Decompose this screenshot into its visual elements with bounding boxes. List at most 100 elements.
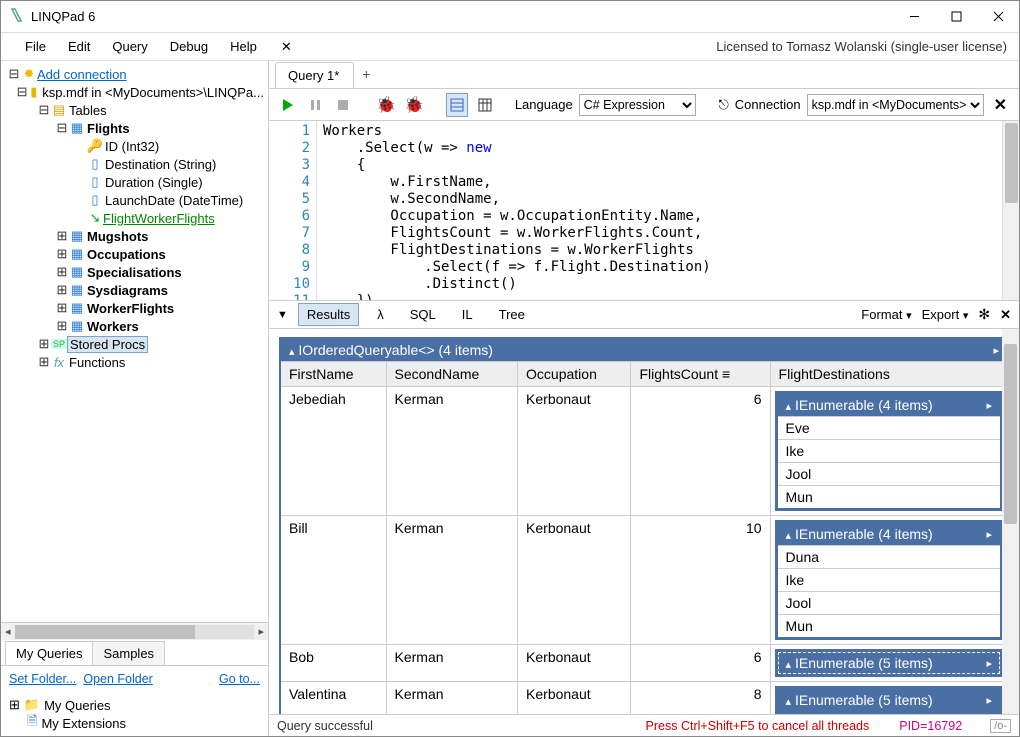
results-toolbar: ▼ Results λ SQL IL Tree Format ▾ Export … <box>269 301 1019 329</box>
tables-node[interactable]: Tables <box>67 103 107 118</box>
statusbar: Query successful Press Ctrl+Shift+F5 to … <box>269 714 1019 736</box>
status-pid: PID=16792 <box>899 719 962 733</box>
my-queries-folder[interactable]: My Queries <box>44 698 110 713</box>
language-label: Language <box>515 97 573 112</box>
table-icon: ▦ <box>69 228 85 244</box>
open-folder-link[interactable]: Open Folder <box>83 672 152 686</box>
table-icon: ▦ <box>69 264 85 280</box>
query-tabs: Query 1* + <box>269 61 1019 89</box>
menu-query[interactable]: Query <box>102 35 157 58</box>
maximize-button[interactable] <box>935 1 977 32</box>
sysdiagrams-node[interactable]: Sysdiagrams <box>85 283 168 298</box>
minimize-button[interactable] <box>893 1 935 32</box>
tab-samples[interactable]: Samples <box>92 641 165 665</box>
language-select[interactable]: C# Expression <box>579 94 696 116</box>
col-flightscount[interactable]: FlightsCount ≡ <box>631 362 770 387</box>
run-button[interactable] <box>277 93 299 117</box>
connection-select[interactable]: ksp.mdf in <MyDocuments> <box>807 94 984 116</box>
connection-label: Connection <box>735 97 801 112</box>
table-row: ValentinaKermanKerbonaut8▴ IEnumerable (… <box>280 682 1008 715</box>
my-extensions-item[interactable]: My Extensions <box>41 716 126 731</box>
table-icon: ▦ <box>69 246 85 262</box>
connections-tree[interactable]: ⊟✸ Add connection ⊟▮ksp.mdf in <MyDocume… <box>1 61 268 622</box>
goto-link[interactable]: Go to... <box>219 672 260 686</box>
results-tab-sql[interactable]: SQL <box>402 304 444 325</box>
menu-debug[interactable]: Debug <box>160 35 218 58</box>
bug-blue-icon[interactable]: 🐞 <box>403 93 425 117</box>
workerflights-node[interactable]: WorkerFlights <box>85 301 174 316</box>
tree-horizontal-scrollbar[interactable]: ◂ ▸ <box>1 622 268 640</box>
refresh-icon[interactable]: ✻ <box>978 306 990 323</box>
col-secondname[interactable]: SecondName <box>386 362 518 387</box>
results-collapse-icon[interactable]: ▼ <box>277 309 288 321</box>
format-dropdown[interactable]: Format ▾ <box>861 307 911 322</box>
col-occupation[interactable]: Occupation <box>518 362 631 387</box>
db-node[interactable]: ksp.mdf in <MyDocuments>\LINQPa... <box>40 85 264 100</box>
stored-procs-node[interactable]: Stored Procs <box>67 336 148 353</box>
query-toolbar: 🐞 🐞 Language C# Expression ⎋ Connection … <box>269 89 1019 121</box>
results-tab-lambda[interactable]: λ <box>369 304 392 325</box>
results-close-icon[interactable]: ✕ <box>1000 307 1011 323</box>
file-icon: 🗎 <box>27 712 37 734</box>
col-firstname[interactable]: FirstName <box>280 362 386 387</box>
col-launchdate[interactable]: LaunchDate (DateTime) <box>103 193 243 208</box>
fx-icon: fx <box>51 355 67 370</box>
results-table-icon[interactable] <box>474 93 496 117</box>
menu-help[interactable]: Help <box>220 35 267 58</box>
col-destination[interactable]: Destination (String) <box>103 157 216 172</box>
flights-node[interactable]: Flights <box>85 121 130 136</box>
specialisations-node[interactable]: Specialisations <box>85 265 182 280</box>
resize-grip[interactable]: /o- <box>990 719 1011 733</box>
sun-icon: ✸ <box>21 66 37 82</box>
results-scrollbar[interactable] <box>1002 329 1019 714</box>
results-tab-results[interactable]: Results <box>298 303 359 326</box>
status-message: Query successful <box>277 719 373 733</box>
tab-my-queries[interactable]: My Queries <box>5 641 93 665</box>
fwf-link[interactable]: FlightWorkerFlights <box>103 211 215 226</box>
table-icon: ▦ <box>69 300 85 316</box>
link-icon: ↘ <box>87 210 103 226</box>
workers-node[interactable]: Workers <box>85 319 139 334</box>
menu-file[interactable]: File <box>15 35 56 58</box>
stop-button[interactable] <box>333 93 355 117</box>
status-cancel-hint: Press Ctrl+Shift+F5 to cancel all thread… <box>646 719 870 733</box>
table-icon: ▦ <box>69 318 85 334</box>
menu-edit[interactable]: Edit <box>58 35 100 58</box>
table-icon: ▦ <box>69 120 85 136</box>
mugshots-node[interactable]: Mugshots <box>85 229 148 244</box>
chevron-right-icon[interactable]: ▸ <box>993 344 999 357</box>
sp-icon: SP <box>51 339 67 349</box>
results-grid-icon[interactable] <box>446 93 468 117</box>
functions-node[interactable]: Functions <box>67 355 125 370</box>
results-tab-tree[interactable]: Tree <box>491 304 533 325</box>
folder-icon: 📁 <box>24 697 40 713</box>
col-icon: ▯ <box>87 156 103 172</box>
code-editor[interactable]: 123456 7891011 Workers .Select(w => new … <box>269 121 1019 301</box>
db-icon: ▮ <box>28 84 41 100</box>
outer-header: IOrderedQueryable<> (4 items) <box>298 342 493 358</box>
panel-close-icon[interactable]: ✕ <box>990 95 1011 115</box>
app-title: LINQPad 6 <box>31 9 95 24</box>
query-tab-1[interactable]: Query 1* <box>275 62 354 88</box>
col-flightdestinations[interactable]: FlightDestinations <box>770 362 1008 387</box>
table-row: JebediahKermanKerbonaut6▴ IEnumerable (4… <box>280 387 1008 516</box>
col-duration[interactable]: Duration (Single) <box>103 175 203 190</box>
menu-close-icon[interactable]: ✕ <box>273 35 300 59</box>
col-id[interactable]: ID (Int32) <box>103 139 159 154</box>
table-icon: ▦ <box>69 282 85 298</box>
table-row: BobKermanKerbonaut6▴ IEnumerable (5 item… <box>280 645 1008 682</box>
results-table: ▴ IOrderedQueryable<> (4 items) ▸ FirstN… <box>279 337 1009 714</box>
col-icon: ▯ <box>87 192 103 208</box>
editor-scrollbar[interactable] <box>1002 121 1019 300</box>
menubar: File Edit Query Debug Help ✕ Licensed to… <box>1 33 1019 61</box>
add-query-tab[interactable]: + <box>354 61 378 88</box>
bug-red-icon[interactable]: 🐞 <box>375 93 397 117</box>
results-panel[interactable]: ▴ IOrderedQueryable<> (4 items) ▸ FirstN… <box>269 329 1019 714</box>
pause-button[interactable] <box>305 93 327 117</box>
add-connection-link[interactable]: Add connection <box>37 67 127 82</box>
export-dropdown[interactable]: Export ▾ <box>922 307 969 322</box>
results-tab-il[interactable]: IL <box>454 304 481 325</box>
close-button[interactable] <box>977 1 1019 32</box>
occupations-node[interactable]: Occupations <box>85 247 166 262</box>
set-folder-link[interactable]: Set Folder... <box>9 672 76 686</box>
